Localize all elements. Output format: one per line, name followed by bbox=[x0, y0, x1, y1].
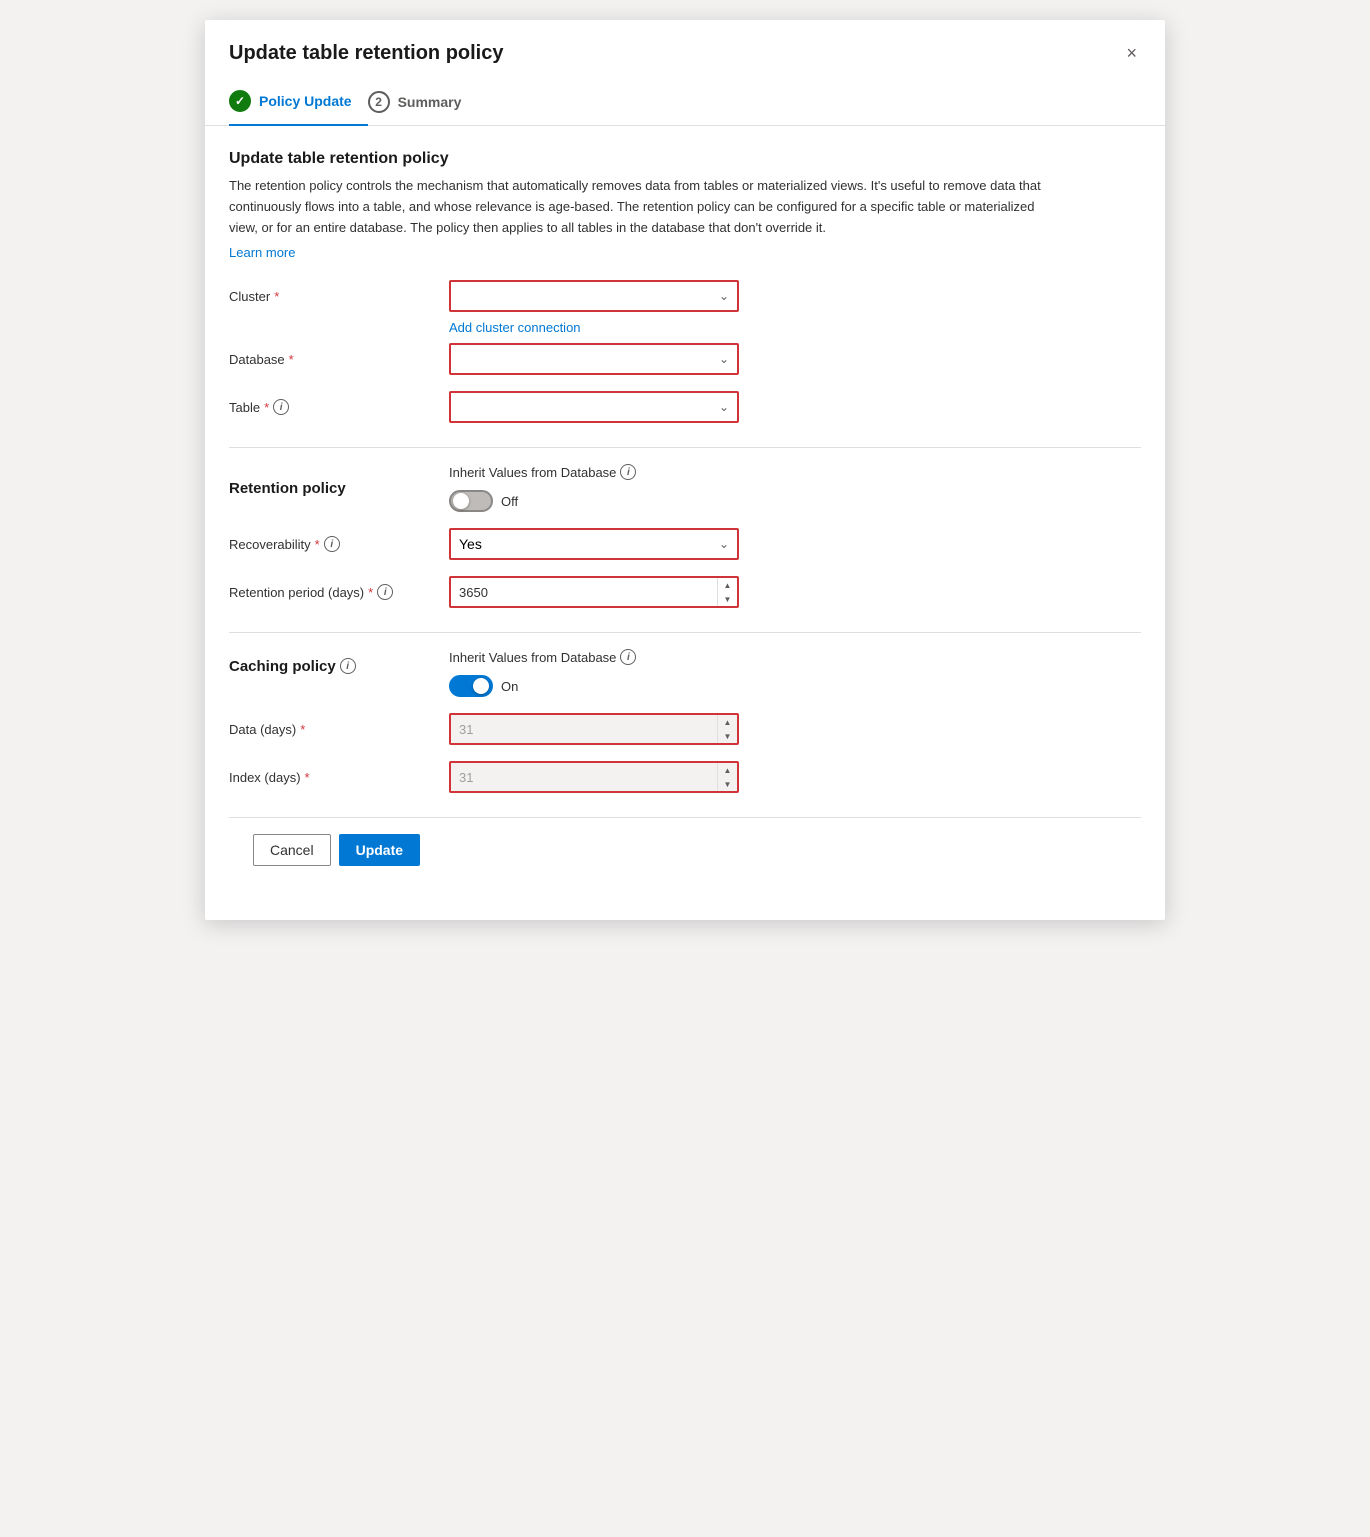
table-chevron-icon: ⌄ bbox=[719, 400, 729, 414]
index-days-spinners: ▲ ▼ bbox=[717, 763, 737, 791]
caching-inherit-toggle[interactable] bbox=[449, 675, 493, 697]
database-dropdown[interactable]: ⌄ bbox=[449, 343, 739, 375]
recoverability-info-icon: i bbox=[324, 536, 340, 552]
recoverability-required: * bbox=[315, 537, 320, 552]
caching-inherit-label: Inherit Values from Database i bbox=[449, 649, 636, 665]
recoverability-chevron-icon: ⌄ bbox=[719, 537, 729, 551]
step-2-circle: 2 bbox=[368, 91, 390, 113]
recoverability-label: Recoverability * i bbox=[229, 536, 449, 552]
caching-toggle-thumb bbox=[473, 678, 489, 694]
caching-toggle-row: On bbox=[449, 675, 644, 697]
retention-policy-controls: Inherit Values from Database i Off bbox=[449, 464, 644, 512]
cancel-button[interactable]: Cancel bbox=[253, 834, 331, 866]
table-dropdown[interactable]: ⌄ bbox=[449, 391, 739, 423]
table-info-icon: i bbox=[273, 399, 289, 415]
caching-policy-section: Caching policy i Inherit Values from Dat… bbox=[229, 649, 1141, 697]
index-days-up[interactable]: ▲ bbox=[718, 763, 737, 777]
retention-period-down[interactable]: ▼ bbox=[718, 592, 737, 606]
retention-toggle-track[interactable] bbox=[449, 490, 493, 512]
retention-period-info-icon: i bbox=[377, 584, 393, 600]
database-chevron-icon: ⌄ bbox=[719, 352, 729, 366]
retention-policy-label: Retention policy bbox=[229, 480, 449, 497]
form-section-title: Update table retention policy bbox=[229, 150, 1141, 168]
retention-period-up[interactable]: ▲ bbox=[718, 578, 737, 592]
form-description: The retention policy controls the mechan… bbox=[229, 176, 1049, 238]
cluster-row: Cluster * ⌄ bbox=[229, 280, 1141, 312]
caching-inherit-info-icon: i bbox=[620, 649, 636, 665]
data-days-label: Data (days) * bbox=[229, 722, 449, 737]
retention-period-label: Retention period (days) * i bbox=[229, 584, 449, 600]
data-days-up[interactable]: ▲ bbox=[718, 715, 737, 729]
retention-toggle-state: Off bbox=[501, 494, 518, 509]
retention-inherit-toggle[interactable] bbox=[449, 490, 493, 512]
data-days-row: Data (days) * 31 ▲ ▼ bbox=[229, 713, 1141, 745]
table-required: * bbox=[264, 400, 269, 415]
database-required: * bbox=[289, 352, 294, 367]
retention-period-spinners: ▲ ▼ bbox=[717, 578, 737, 606]
data-days-field[interactable]: 31 bbox=[451, 722, 717, 737]
dialog-header: Update table retention policy × bbox=[205, 20, 1165, 78]
retention-inherit-label: Inherit Values from Database i bbox=[449, 464, 636, 480]
database-row: Database * ⌄ bbox=[229, 343, 1141, 375]
retention-inherit-info-icon: i bbox=[620, 464, 636, 480]
recoverability-dropdown[interactable]: Yes ⌄ bbox=[449, 528, 739, 560]
caching-toggle-track[interactable] bbox=[449, 675, 493, 697]
step-2-label: Summary bbox=[398, 94, 462, 110]
learn-more-link[interactable]: Learn more bbox=[229, 245, 295, 260]
data-days-required: * bbox=[300, 722, 305, 737]
caching-policy-controls: Inherit Values from Database i On bbox=[449, 649, 644, 697]
caching-policy-label: Caching policy i bbox=[229, 658, 449, 689]
caching-inherit-row: Inherit Values from Database i bbox=[449, 649, 644, 665]
dialog-footer: Cancel Update bbox=[229, 817, 1141, 882]
index-days-field[interactable]: 31 bbox=[451, 770, 717, 785]
index-days-required: * bbox=[305, 770, 310, 785]
step-summary[interactable]: 2 Summary bbox=[368, 79, 478, 125]
retention-toggle-row: Off bbox=[449, 490, 644, 512]
form-fields: Cluster * ⌄ Add cluster connection Datab… bbox=[229, 280, 1141, 423]
wizard-steps: ✓ Policy Update 2 Summary bbox=[205, 78, 1165, 126]
index-days-label: Index (days) * bbox=[229, 770, 449, 785]
retention-divider bbox=[229, 447, 1141, 448]
data-days-input[interactable]: 31 ▲ ▼ bbox=[449, 713, 739, 745]
caching-info-icon: i bbox=[340, 658, 356, 674]
data-days-down[interactable]: ▼ bbox=[718, 729, 737, 743]
step-policy-update[interactable]: ✓ Policy Update bbox=[229, 78, 368, 126]
index-days-input[interactable]: 31 ▲ ▼ bbox=[449, 761, 739, 793]
cluster-label: Cluster * bbox=[229, 289, 449, 304]
recoverability-value: Yes bbox=[459, 536, 482, 552]
retention-period-field[interactable]: 3650 bbox=[451, 585, 717, 600]
index-days-row: Index (days) * 31 ▲ ▼ bbox=[229, 761, 1141, 793]
retention-policy-section: Retention policy Inherit Values from Dat… bbox=[229, 464, 1141, 512]
caching-divider bbox=[229, 632, 1141, 633]
retention-period-row: Retention period (days) * i 3650 ▲ ▼ bbox=[229, 576, 1141, 608]
update-button[interactable]: Update bbox=[339, 834, 420, 866]
dialog-content: Update table retention policy The retent… bbox=[205, 126, 1165, 882]
caching-toggle-state: On bbox=[501, 679, 518, 694]
retention-period-input[interactable]: 3650 ▲ ▼ bbox=[449, 576, 739, 608]
retention-toggle-thumb bbox=[453, 493, 469, 509]
step-1-check: ✓ bbox=[235, 94, 245, 108]
close-button[interactable]: × bbox=[1122, 40, 1141, 66]
dialog: Update table retention policy × ✓ Policy… bbox=[205, 20, 1165, 920]
step-1-label: Policy Update bbox=[259, 93, 352, 109]
recoverability-row: Recoverability * i Yes ⌄ bbox=[229, 528, 1141, 560]
retention-inherit-row: Inherit Values from Database i bbox=[449, 464, 644, 480]
cluster-chevron-icon: ⌄ bbox=[719, 289, 729, 303]
step-1-circle: ✓ bbox=[229, 90, 251, 112]
data-days-spinners: ▲ ▼ bbox=[717, 715, 737, 743]
table-label: Table * i bbox=[229, 399, 449, 415]
cluster-dropdown[interactable]: ⌄ bbox=[449, 280, 739, 312]
cluster-required: * bbox=[274, 289, 279, 304]
database-label: Database * bbox=[229, 352, 449, 367]
table-row: Table * i ⌄ bbox=[229, 391, 1141, 423]
index-days-down[interactable]: ▼ bbox=[718, 777, 737, 791]
dialog-title: Update table retention policy bbox=[229, 42, 503, 65]
add-cluster-link[interactable]: Add cluster connection bbox=[449, 320, 1141, 335]
retention-period-required: * bbox=[368, 585, 373, 600]
